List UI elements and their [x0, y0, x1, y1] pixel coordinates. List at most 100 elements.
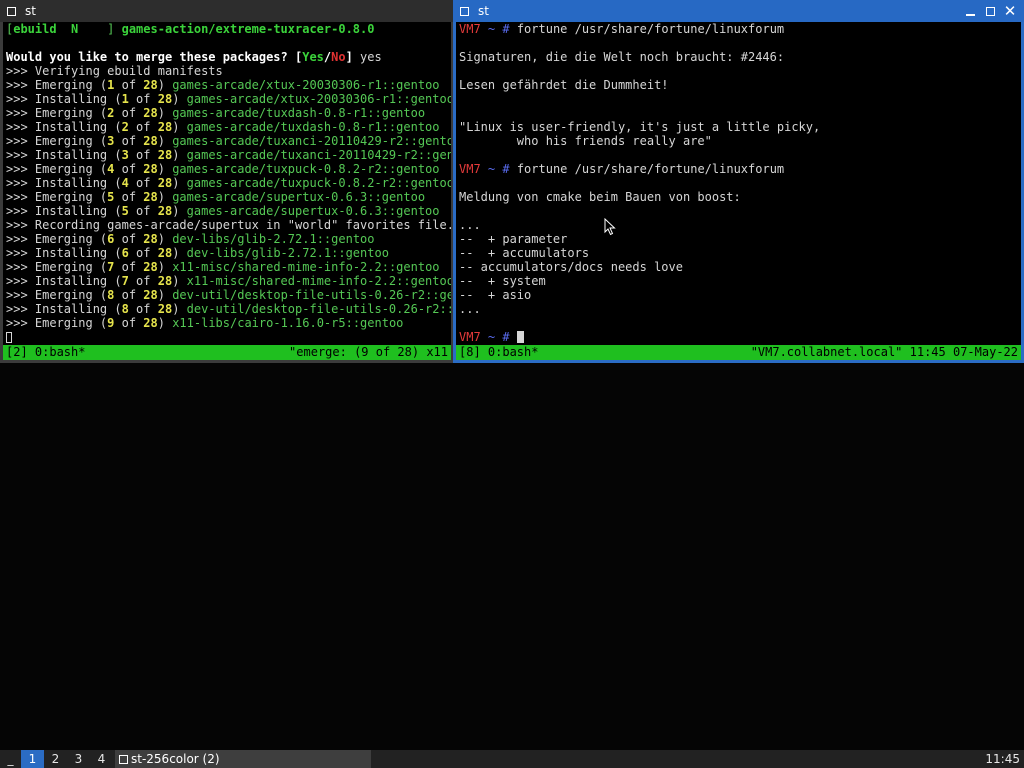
terminal-line: >>> Installing (6 of 28) dev-libs/glib-2…: [6, 246, 451, 260]
terminal-text: 7: [121, 274, 129, 288]
terminal-text: >>> Emerging (: [6, 232, 108, 246]
terminal-text: games-arcade/tuxdash-0.8-r1::gentoo: [172, 106, 426, 120]
terminal-text: >>> Emerging (: [6, 288, 108, 302]
terminal-line: -- + accumulators: [459, 246, 1021, 260]
terminal-text: of: [128, 274, 158, 288]
terminal-line: Would you like to merge these packages? …: [6, 50, 451, 64]
terminal-text: ): [157, 232, 173, 246]
workspace-1[interactable]: 1: [21, 750, 44, 768]
terminal-line: >>> Recording games-arcade/supertux in "…: [6, 218, 451, 232]
terminal-text: games-arcade/xtux-20030306-r1::gentoo: [172, 78, 440, 92]
task-button[interactable]: st-256color (2): [115, 750, 371, 768]
terminal-line: Lesen gefährdet die Dummheit!: [459, 78, 1021, 92]
terminal-text: >>> Emerging (: [6, 260, 108, 274]
terminal-text: ): [157, 162, 173, 176]
terminal-text: x11-misc/shared-mime-info-2.2::gentoo: [186, 274, 451, 288]
terminal-text: -- + system: [459, 274, 546, 288]
terminal-line: >>> Installing (7 of 28) x11-misc/shared…: [6, 274, 451, 288]
terminal-text: ): [172, 274, 187, 288]
terminal-text: 1: [121, 92, 129, 106]
window-icon: [460, 6, 469, 16]
titlebar-left[interactable]: st: [0, 0, 454, 22]
terminal-line: -- + system: [459, 274, 1021, 288]
terminal-text: x11-libs/cairo-1.16.0-r5::gentoo: [172, 316, 404, 330]
terminal-line: [ebuild N ] games-action/extreme-tuxrace…: [6, 22, 451, 36]
terminal-text: 2: [121, 120, 129, 134]
terminal-text: dev-util/desktop-file-utils-0.26-r2::gen…: [172, 288, 451, 302]
terminal-text: >>> Emerging (: [6, 78, 108, 92]
layout-indicator[interactable]: _: [0, 750, 21, 768]
terminal-text: yes: [352, 50, 382, 64]
terminal-line: VM7 ~ # fortune /usr/share/fortune/linux…: [459, 22, 1021, 36]
terminal-text: VM7: [459, 162, 481, 176]
terminal-text: -- accumulators/docs needs love: [459, 260, 683, 274]
terminal-text: ]: [107, 22, 122, 36]
cursor: [516, 331, 524, 343]
terminal-line: who his friends really are": [459, 134, 1021, 148]
terminal-line: >>> Emerging (8 of 28) dev-util/desktop-…: [6, 288, 451, 302]
close-button[interactable]: ✕: [1000, 0, 1020, 22]
workspace-3[interactable]: 3: [67, 750, 90, 768]
window-title: st: [25, 4, 36, 18]
terminal-text: VM7: [459, 330, 481, 344]
terminal-line: >>> Emerging (4 of 28) games-arcade/tuxp…: [6, 162, 451, 176]
terminal-text: Yes: [302, 50, 324, 64]
terminal-text: 28: [143, 106, 158, 120]
terminal-text: 28: [143, 190, 158, 204]
terminal-text: games-arcade/tuxpuck-0.8.2-r2::gentoo: [172, 162, 440, 176]
terminal-area-right[interactable]: VM7 ~ # fortune /usr/share/fortune/linux…: [456, 22, 1021, 360]
terminal-text: 28: [157, 92, 173, 106]
status-session: [8] 0:bash*: [459, 345, 539, 359]
terminal-text: Lesen gefährdet die Dummheit!: [459, 78, 669, 92]
terminal-text: 28: [143, 134, 158, 148]
terminal-text: 4: [121, 176, 129, 190]
maximize-button[interactable]: [980, 0, 1000, 22]
terminal-line: [6, 330, 451, 344]
maximize-icon: [985, 6, 995, 16]
terminal-text: ): [172, 92, 187, 106]
workspace-switcher: 1234: [21, 750, 113, 768]
terminal-window-left[interactable]: st [ebuild N ] games-action/extreme-tuxr…: [0, 0, 454, 363]
terminal-text: >>> Installing (: [6, 176, 122, 190]
terminal-text: 28: [157, 302, 173, 316]
terminal-text: >>> Emerging (: [6, 162, 108, 176]
terminal-text: >>> Emerging (: [6, 106, 108, 120]
terminal-text: >>> Verifying ebuild manifests: [6, 64, 223, 78]
workspace-2[interactable]: 2: [44, 750, 67, 768]
terminal-text: #: [502, 330, 517, 344]
terminal-text: ): [172, 148, 187, 162]
terminal-text: of: [114, 78, 144, 92]
terminal-area-left[interactable]: [ebuild N ] games-action/extreme-tuxrace…: [3, 22, 451, 360]
terminal-text: >>> Installing (: [6, 204, 122, 218]
terminal-line: >>> Installing (5 of 28) games-arcade/su…: [6, 204, 451, 218]
workspace-4[interactable]: 4: [90, 750, 113, 768]
terminal-line: Meldung von cmake beim Bauen von boost:: [459, 190, 1021, 204]
minimize-button[interactable]: [960, 0, 980, 22]
terminal-text: ): [157, 316, 173, 330]
terminal-text: games-arcade/xtux-20030306-r1::gentoo: [186, 92, 451, 106]
terminal-text: games-arcade/supertux-0.6.3::gentoo: [186, 204, 440, 218]
mouse-pointer-icon: [604, 218, 616, 236]
window-icon: [7, 6, 16, 16]
terminal-line: VM7 ~ #: [459, 330, 1021, 344]
terminal-text: dev-libs/glib-2.72.1::gentoo: [186, 246, 389, 260]
titlebar-right[interactable]: st ✕: [453, 0, 1024, 22]
terminal-text: dev-libs/glib-2.72.1::gentoo: [172, 232, 375, 246]
terminal-line: >>> Installing (4 of 28) games-arcade/tu…: [6, 176, 451, 190]
terminal-text: of: [114, 134, 144, 148]
terminal-text: of: [114, 106, 144, 120]
terminal-text: ): [157, 288, 173, 302]
terminal-text: 6: [121, 246, 129, 260]
terminal-window-right[interactable]: st ✕ VM7 ~ # fortune /usr/share/fortune/…: [453, 0, 1024, 363]
terminal-text: 28: [143, 162, 158, 176]
terminal-line: >>> Emerging (5 of 28) games-arcade/supe…: [6, 190, 451, 204]
status-info: "VM7.collabnet.local" 11:45 07-May-22: [750, 345, 1018, 359]
terminal-text: of: [128, 176, 158, 190]
terminal-text: 8: [121, 302, 129, 316]
terminal-text: ~: [480, 330, 503, 344]
terminal-text: 28: [157, 120, 173, 134]
terminal-line: >>> Installing (8 of 28) dev-util/deskto…: [6, 302, 451, 316]
taskbar: _ 1234 st-256color (2) 11:45: [0, 750, 1024, 768]
terminal-text: 28: [157, 148, 173, 162]
